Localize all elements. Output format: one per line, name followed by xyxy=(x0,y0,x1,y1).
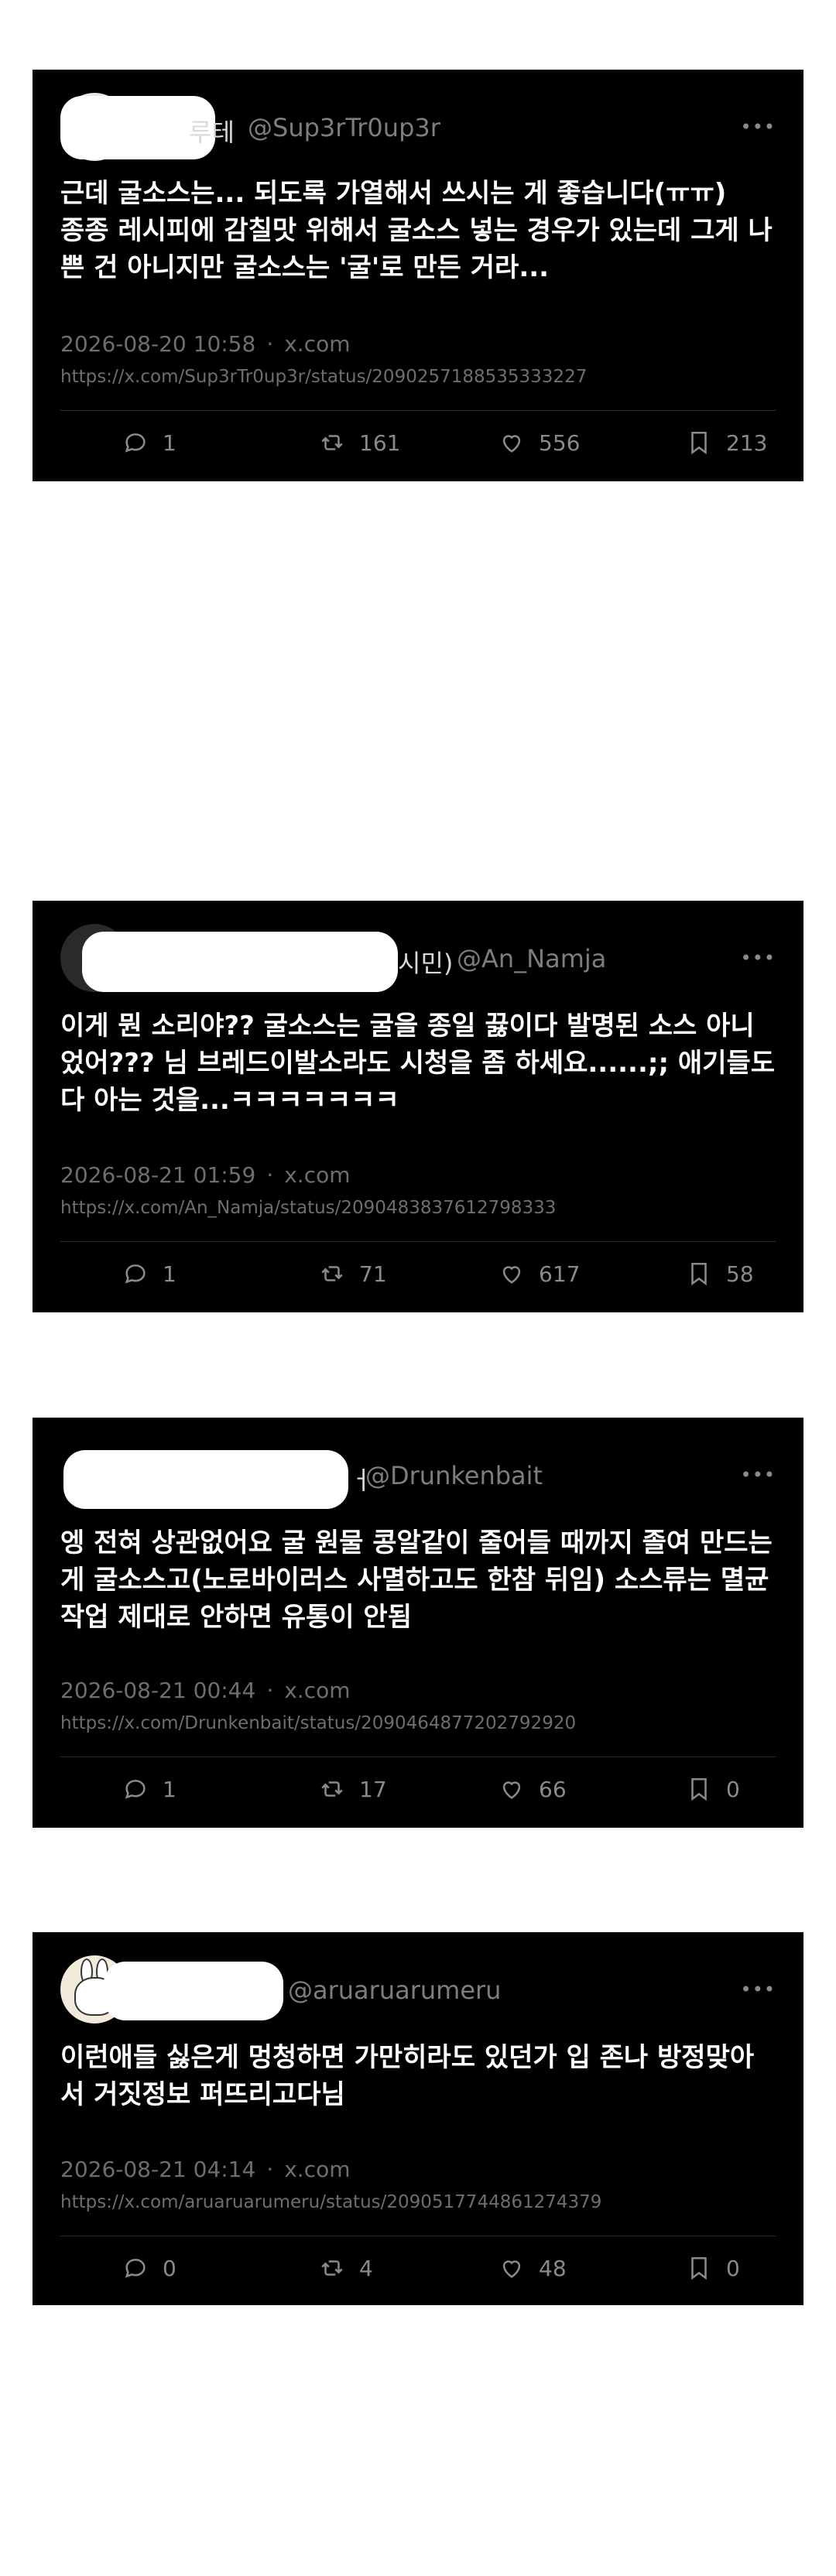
bookmark-icon xyxy=(691,1777,707,1801)
retweet-button[interactable]: 161 xyxy=(319,427,400,458)
tweet-source: x.com xyxy=(284,2157,351,2182)
reply-icon xyxy=(125,433,146,453)
bookmark-button[interactable]: 213 xyxy=(686,427,767,458)
reply-icon xyxy=(125,2259,146,2278)
retweet-button[interactable]: 71 xyxy=(319,1258,387,1289)
retweet-button[interactable]: 17 xyxy=(319,1774,387,1805)
bookmark-icon xyxy=(691,1262,707,1286)
more-icon[interactable]: ••• xyxy=(741,1464,776,1486)
like-count: 556 xyxy=(539,429,581,456)
divider xyxy=(60,410,776,411)
more-icon[interactable]: ••• xyxy=(741,1979,776,2000)
retweet-count: 161 xyxy=(359,429,401,456)
reply-count: 0 xyxy=(163,2255,176,2281)
reply-icon xyxy=(125,1264,146,1284)
bookmark-count: 0 xyxy=(726,1776,740,1802)
heart-icon xyxy=(502,1781,521,1799)
like-count: 48 xyxy=(539,2255,567,2281)
like-button[interactable]: 66 xyxy=(499,1774,567,1805)
tweet-text: 엥 전혀 상관없어요 굴 원물 콩알같이 줄어들 때까지 졸여 만드는게 굴소스… xyxy=(60,1527,773,1633)
user-handle[interactable]: @aruaruarumeru xyxy=(288,1976,501,2005)
bookmark-button[interactable]: 0 xyxy=(686,2253,740,2284)
heart-icon xyxy=(502,2260,521,2278)
like-count: 617 xyxy=(539,1261,581,1287)
meta-separator: · xyxy=(266,1162,274,1188)
retweet-count: 71 xyxy=(359,1261,387,1287)
bookmark-count: 0 xyxy=(726,2255,740,2281)
redacted-name xyxy=(82,932,398,992)
tweet-meta: 2026-08-21 01:59 · x.com xyxy=(60,1162,351,1188)
reply-icon xyxy=(125,1780,146,1799)
heart-icon xyxy=(502,1266,521,1284)
tweet-url[interactable]: https://x.com/Drunkenbait/status/2090464… xyxy=(60,1713,576,1733)
action-bar: 0 4 48 0 xyxy=(60,2253,776,2284)
reply-button[interactable]: 1 xyxy=(122,1258,176,1289)
retweet-button[interactable]: 4 xyxy=(319,2253,373,2284)
retweet-icon xyxy=(321,1266,343,1281)
bookmark-icon xyxy=(691,431,707,455)
bookmark-count: 213 xyxy=(726,429,768,456)
tweet-meta: 2026-08-21 00:44 · x.com xyxy=(60,1678,351,1703)
reply-count: 1 xyxy=(163,1776,176,1802)
tweet-text: 이게 뭔 소리야?? 굴소스는 굴을 종일 끓이다 발명된 소스 아니었어???… xyxy=(60,1011,784,1116)
user-handle[interactable]: @Sup3rTr0up3r xyxy=(248,113,440,142)
display-name: 루테 xyxy=(189,118,235,147)
tweet-meta: 2026-08-21 04:14 · x.com xyxy=(60,2157,351,2182)
meta-separator: · xyxy=(266,2157,274,2182)
tweet-card[interactable]: 루테 @Sup3rTr0up3r ••• 근데 굴소스는... 되도록 가열해서… xyxy=(33,70,803,481)
like-button[interactable]: 556 xyxy=(499,427,580,458)
tweet-source: x.com xyxy=(284,1678,351,1703)
retweet-icon xyxy=(321,1781,343,1797)
tweet-date[interactable]: 2026-08-21 01:59 xyxy=(60,1162,255,1188)
display-name: 시민) xyxy=(398,949,454,978)
user-handle[interactable]: @Drunkenbait xyxy=(365,1461,543,1490)
like-count: 66 xyxy=(539,1776,567,1802)
retweet-count: 17 xyxy=(359,1776,387,1802)
retweet-icon xyxy=(321,435,343,450)
reply-button[interactable]: 1 xyxy=(122,427,176,458)
heart-icon xyxy=(502,435,521,453)
action-bar: 1 161 556 213 xyxy=(60,427,776,458)
user-handle[interactable]: @An_Namja xyxy=(457,944,606,973)
redacted-name xyxy=(104,1962,283,2020)
tweet-card[interactable]: 시민) @An_Namja ••• 이게 뭔 소리야?? 굴소스는 굴을 종일 … xyxy=(33,901,803,1312)
reply-count: 1 xyxy=(163,1261,176,1287)
meta-separator: · xyxy=(266,331,274,357)
bookmark-button[interactable]: 0 xyxy=(686,1774,740,1805)
retweet-count: 4 xyxy=(359,2255,373,2281)
tweet-source: x.com xyxy=(284,1162,351,1188)
reply-button[interactable]: 1 xyxy=(122,1774,176,1805)
tweet-source: x.com xyxy=(284,331,351,357)
tweet-url[interactable]: https://x.com/Sup3rTr0up3r/status/209025… xyxy=(60,367,587,387)
tweet-card[interactable]: ㅓ @Drunkenbait ••• 엥 전혀 상관없어요 굴 원물 콩알같이 … xyxy=(33,1418,803,1828)
bookmark-button[interactable]: 58 xyxy=(686,1258,754,1289)
like-button[interactable]: 617 xyxy=(499,1258,580,1289)
tweet-date[interactable]: 2026-08-21 00:44 xyxy=(60,1678,255,1703)
tweet-url[interactable]: https://x.com/aruaruarumeru/status/20905… xyxy=(60,2192,601,2212)
tweet-text: 이런애들 싫은게 멍청하면 가만히라도 있던가 입 존나 방정맞아서 거짓정보 … xyxy=(60,2042,755,2110)
redacted-name xyxy=(63,1450,348,1509)
bookmark-icon xyxy=(691,2256,707,2280)
like-button[interactable]: 48 xyxy=(499,2253,567,2284)
action-bar: 1 17 66 0 xyxy=(60,1774,776,1805)
more-icon[interactable]: ••• xyxy=(741,947,776,969)
tweet-date[interactable]: 2026-08-20 10:58 xyxy=(60,331,255,357)
tweet-url[interactable]: https://x.com/An_Namja/status/2090483837… xyxy=(60,1198,556,1218)
divider xyxy=(60,1241,776,1242)
tweet-card[interactable]: @aruaruarumeru ••• 이런애들 싫은게 멍청하면 가만히라도 있… xyxy=(33,1932,803,2305)
retweet-icon xyxy=(321,2260,343,2276)
tweet-meta: 2026-08-20 10:58 · x.com xyxy=(60,331,351,357)
reply-count: 1 xyxy=(163,429,176,456)
tweet-text: 근데 굴소스는... 되도록 가열해서 쓰시는 게 좋습니다(ㅠㅠ) 종종 레시… xyxy=(60,178,773,283)
reply-button[interactable]: 0 xyxy=(122,2253,176,2284)
action-bar: 1 71 617 58 xyxy=(60,1258,776,1289)
more-icon[interactable]: ••• xyxy=(741,116,776,138)
meta-separator: · xyxy=(266,1678,274,1703)
tweet-date[interactable]: 2026-08-21 04:14 xyxy=(60,2157,255,2182)
bookmark-count: 58 xyxy=(726,1261,754,1287)
